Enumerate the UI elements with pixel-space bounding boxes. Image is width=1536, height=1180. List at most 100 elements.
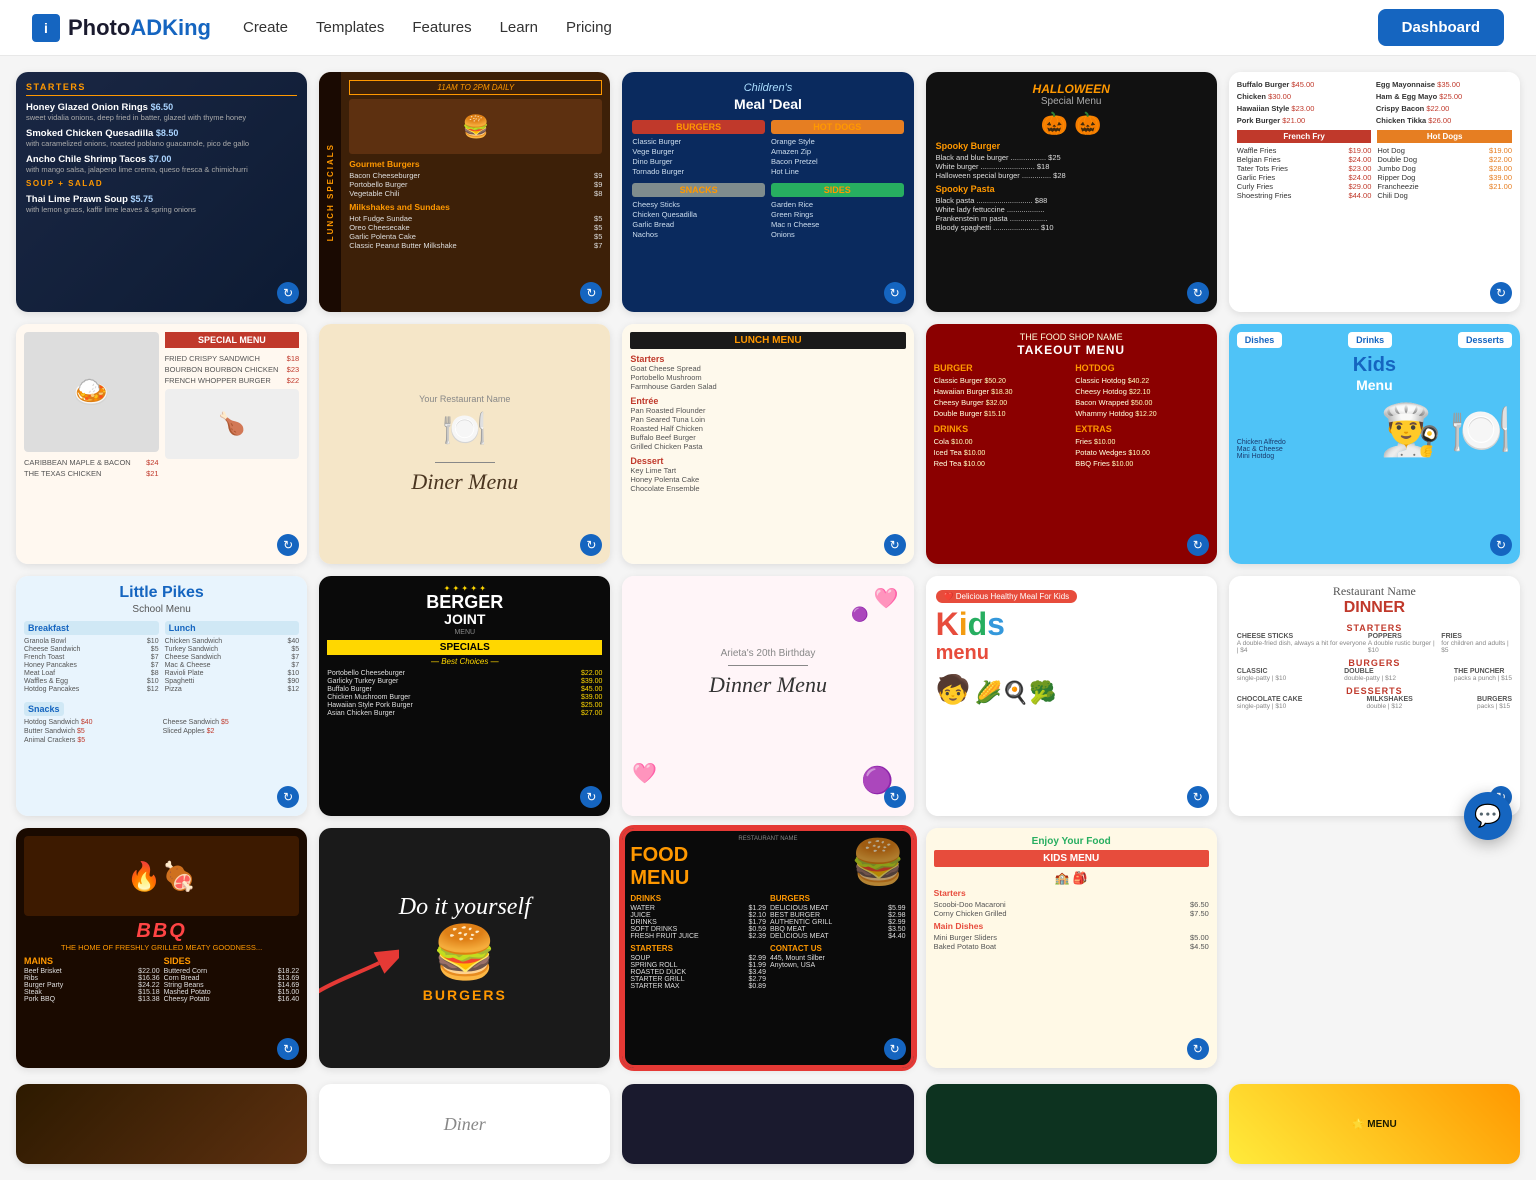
card-content-11: Little Pikes School Menu Breakfast Grano… xyxy=(16,576,307,816)
card1-category: STARTERS xyxy=(26,82,297,96)
card2-section1: Gourmet Burgers Bacon Cheeseburger$9 Por… xyxy=(349,159,602,198)
card13-heart-decoration: 🩷 xyxy=(874,586,899,611)
partial-card-4[interactable] xyxy=(926,1084,1217,1164)
card-content-18: RESTAURANT NAME FOODMENU 🍔 DRINKS WATER$… xyxy=(622,828,913,1068)
logo-icon: i xyxy=(32,14,60,42)
card19-edit-icon[interactable] xyxy=(1187,1038,1209,1060)
template-card-8[interactable]: LUNCH MENU Starters Goat Cheese Spread P… xyxy=(622,324,913,564)
partial-card-3[interactable] xyxy=(622,1084,913,1164)
card-content-4: HALLOWEEN Special Menu 🎃 🎃 Spooky Burger… xyxy=(926,72,1217,312)
card1-item4: Soup + Salad Thai Lime Prawn Soup $5.75 … xyxy=(26,179,297,215)
card3-hotdogs: HOT DOGS Orange Style Amazen Zip Bacon P… xyxy=(771,120,904,177)
logo-text: PhotoADKing xyxy=(68,15,211,41)
card9-edit-icon[interactable] xyxy=(1187,534,1209,556)
template-card-2[interactable]: LUNCH SPECIALS 11AM TO 2PM DAILY 🍔 Gourm… xyxy=(319,72,610,312)
card13-circle-decoration: 🟣 xyxy=(851,606,868,623)
template-card-19[interactable]: Enjoy Your Food KIDS MENU 🏫 🎒 Starters S… xyxy=(926,828,1217,1068)
template-card-1[interactable]: STARTERS Honey Glazed Onion Rings $6.50 … xyxy=(16,72,307,312)
card11-lunch: Lunch Chicken Sandwich$40 Turkey Sandwic… xyxy=(165,621,300,694)
card3-burgers: BURGERS Classic Burger Vege Burger Dino … xyxy=(632,120,765,177)
card-content-10: Dishes Drinks Desserts Kids Menu Chicken… xyxy=(1229,324,1520,564)
card-content-13: 🩷 🟣 🩷 🟣 Arieta's 20th Birthday Dinner Me… xyxy=(622,576,913,816)
card-content-12: ✦ ✦ ✦ ✦ ✦ BERGER JOINT MENU SPECIALS — B… xyxy=(319,576,610,816)
card2-section2: Milkshakes and Sundaes Hot Fudge Sundae$… xyxy=(349,202,602,250)
card11-breakfast: Breakfast Granola Bowl$10 Cheese Sandwic… xyxy=(24,621,159,694)
card14-food-icons: 🌽🍳🥦 xyxy=(974,680,1056,706)
card14-edit-icon[interactable] xyxy=(1187,786,1209,808)
partial-card-2[interactable]: Diner xyxy=(319,1084,610,1164)
card6-food-image2: 🍗 xyxy=(165,389,300,459)
chat-button[interactable]: 💬 xyxy=(1464,792,1512,840)
card-content-2: LUNCH SPECIALS 11AM TO 2PM DAILY 🍔 Gourm… xyxy=(319,72,610,312)
nav-learn[interactable]: Learn xyxy=(500,15,538,40)
card6-food-image: 🍛 xyxy=(24,332,159,452)
card-content-15: Restaurant Name DINNER STARTERS CHEESE S… xyxy=(1229,576,1520,816)
partial-card-1[interactable] xyxy=(16,1084,307,1164)
template-card-10[interactable]: Dishes Drinks Desserts Kids Menu Chicken… xyxy=(1229,324,1520,564)
card13-balloon-decoration: 🩷 xyxy=(632,761,657,786)
header: i PhotoADKing Create Templates Features … xyxy=(0,0,1536,56)
card13-edit-icon[interactable] xyxy=(884,786,906,808)
partial-card-row: Diner 🌟 MENU xyxy=(0,1084,1536,1180)
card9-hotdog-col: HOTDOG Classic Hotdog $40.22 Cheesy Hotd… xyxy=(1075,363,1209,470)
template-card-15[interactable]: Restaurant Name DINNER STARTERS CHEESE S… xyxy=(1229,576,1520,816)
template-card-12[interactable]: ✦ ✦ ✦ ✦ ✦ BERGER JOINT MENU SPECIALS — B… xyxy=(319,576,610,816)
dashboard-button[interactable]: Dashboard xyxy=(1378,9,1504,46)
template-card-16[interactable]: 🔥🍖 BBQ THE HOME OF FRESHLY GRILLED MEATY… xyxy=(16,828,307,1068)
card-content-14: ❤️ Delicious Healthy Meal For Kids Kids … xyxy=(926,576,1217,816)
card-content-17: Do it yourself 🍔 BURGERS xyxy=(319,828,610,1068)
card5-edit-icon[interactable] xyxy=(1490,282,1512,304)
template-card-18-selected[interactable]: RESTAURANT NAME FOODMENU 🍔 DRINKS WATER$… xyxy=(622,828,913,1068)
card8-edit-icon[interactable] xyxy=(884,534,906,556)
main-nav: Create Templates Features Learn Pricing xyxy=(243,15,612,40)
card-content-9: THE FOOD SHOP NAME TAKEOUT MENU BURGER C… xyxy=(926,324,1217,564)
card1-item2: Smoked Chicken Quesadilla $8.50 with car… xyxy=(26,128,297,149)
logo-highlight: ADKing xyxy=(130,15,211,40)
template-card-5[interactable]: Buffalo Burger $45.00 Egg Mayonnaise $35… xyxy=(1229,72,1520,312)
card-content-7: Your Restaurant Name 🍽️ Diner Menu xyxy=(319,324,610,564)
template-card-3[interactable]: Children's Meal 'Deal BURGERS Classic Bu… xyxy=(622,72,913,312)
card-content-5: Buffalo Burger $45.00 Egg Mayonnaise $35… xyxy=(1229,72,1520,312)
card-content-3: Children's Meal 'Deal BURGERS Classic Bu… xyxy=(622,72,913,312)
template-grid: STARTERS Honey Glazed Onion Rings $6.50 … xyxy=(0,56,1536,1084)
card-content-1: STARTERS Honey Glazed Onion Rings $6.50 … xyxy=(16,72,307,312)
card1-item3: Ancho Chile Shrimp Tacos $7.00 with mang… xyxy=(26,154,297,175)
template-card-13[interactable]: 🩷 🟣 🩷 🟣 Arieta's 20th Birthday Dinner Me… xyxy=(622,576,913,816)
template-card-4[interactable]: HALLOWEEN Special Menu 🎃 🎃 Spooky Burger… xyxy=(926,72,1217,312)
card9-burger-col: BURGER Classic Burger $50.20 Hawaiian Bu… xyxy=(934,363,1068,470)
template-card-17[interactable]: Do it yourself 🍔 BURGERS xyxy=(319,828,610,1068)
card10-edit-icon[interactable] xyxy=(1490,534,1512,556)
card4-edit-icon[interactable] xyxy=(1187,282,1209,304)
card2-content: 11AM TO 2PM DAILY 🍔 Gourmet Burgers Baco… xyxy=(341,72,610,312)
card3-edit-icon[interactable] xyxy=(884,282,906,304)
card17-burger-icon: 🍔 xyxy=(432,922,497,983)
card2-sidebar: LUNCH SPECIALS xyxy=(319,72,341,312)
template-card-6[interactable]: 🍛 CARIBBEAN MAPLE & BACON$24 THE TEXAS C… xyxy=(16,324,307,564)
card7-cloche-icon: 🍽️ xyxy=(442,408,487,450)
card2-food-image: 🍔 xyxy=(349,99,602,154)
card1-item1: Honey Glazed Onion Rings $6.50 sweet vid… xyxy=(26,102,297,123)
template-card-9[interactable]: THE FOOD SHOP NAME TAKEOUT MENU BURGER C… xyxy=(926,324,1217,564)
card18-edit-icon[interactable] xyxy=(884,1038,906,1060)
partial-card-5[interactable]: 🌟 MENU xyxy=(1229,1084,1520,1164)
card18-burger-image: 🍔 xyxy=(851,836,906,888)
nav-features[interactable]: Features xyxy=(412,15,471,40)
card-content-6: 🍛 CARIBBEAN MAPLE & BACON$24 THE TEXAS C… xyxy=(16,324,307,564)
card-content-19: Enjoy Your Food KIDS MENU 🏫 🎒 Starters S… xyxy=(926,828,1217,1068)
template-card-7[interactable]: Your Restaurant Name 🍽️ Diner Menu xyxy=(319,324,610,564)
card3-snacks: SNACKS Cheesy Sticks Chicken Quesadilla … xyxy=(632,183,765,240)
card-content-8: LUNCH MENU Starters Goat Cheese Spread P… xyxy=(622,324,913,564)
header-left: i PhotoADKing Create Templates Features … xyxy=(32,14,612,42)
nav-templates[interactable]: Templates xyxy=(316,15,384,40)
template-card-14[interactable]: ❤️ Delicious Healthy Meal For Kids Kids … xyxy=(926,576,1217,816)
nav-pricing[interactable]: Pricing xyxy=(566,15,612,40)
card14-kids-image: 🧒 xyxy=(936,673,971,706)
card10-food-image: 🍽️ xyxy=(1450,401,1512,460)
template-card-11[interactable]: Little Pikes School Menu Breakfast Grano… xyxy=(16,576,307,816)
card-content-16: 🔥🍖 BBQ THE HOME OF FRESHLY GRILLED MEATY… xyxy=(16,828,307,1068)
card16-bbq-image: 🔥🍖 xyxy=(24,836,299,916)
logo[interactable]: i PhotoADKing xyxy=(32,14,211,42)
card10-chef-image: 👨‍🍳 xyxy=(1379,401,1441,460)
card3-sides: SIDES Garden Rice Green Rings Mac n Chee… xyxy=(771,183,904,240)
nav-create[interactable]: Create xyxy=(243,15,288,40)
